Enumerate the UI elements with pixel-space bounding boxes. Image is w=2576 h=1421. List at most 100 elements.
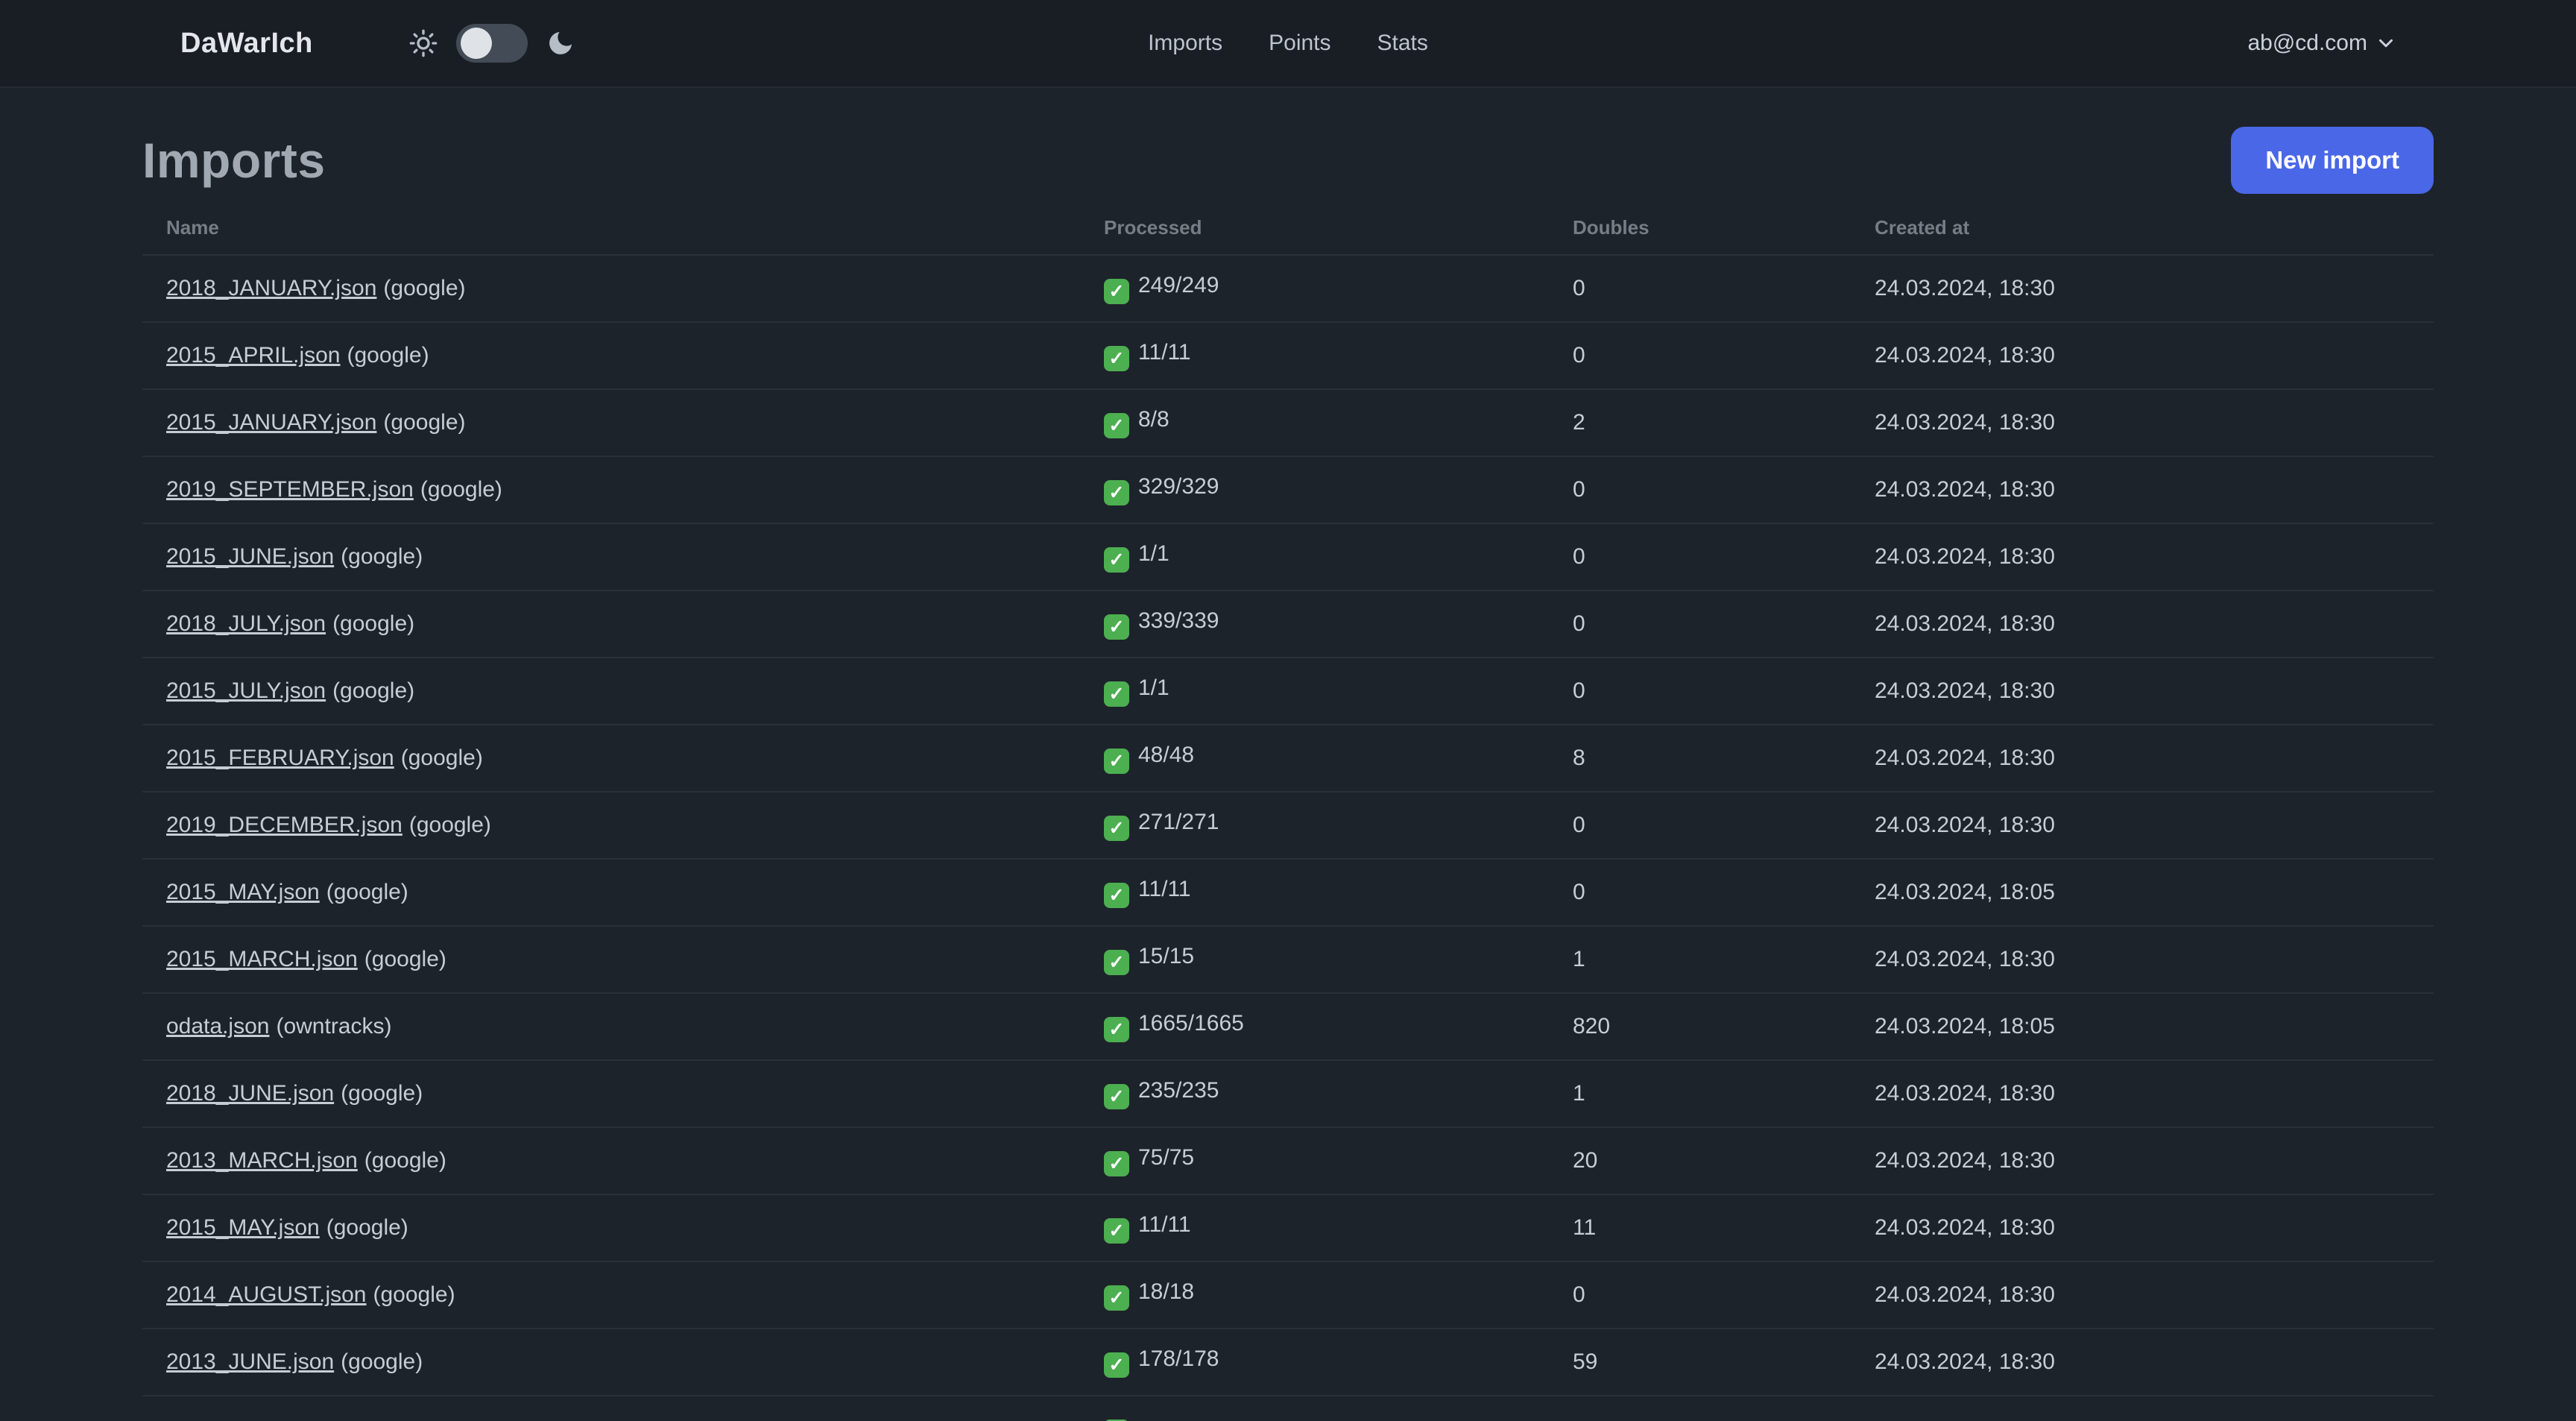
- created-at: 24.03.2024, 18:30: [1875, 544, 2055, 569]
- cell-name: 2015_JULY.json (google): [142, 658, 1080, 725]
- created-at: 24.03.2024, 18:30: [1875, 1081, 2055, 1106]
- column-header-created-at: Created at: [1851, 201, 2434, 256]
- cell-created-at: 24.03.2024, 18:30: [1851, 255, 2434, 323]
- import-file-link[interactable]: 2014_AUGUST.json: [166, 1282, 366, 1307]
- cell-name: [142, 1396, 1080, 1421]
- cell-doubles: 0: [1549, 859, 1851, 927]
- theme-toggle-knob: [460, 28, 492, 59]
- cell-name: 2018_JULY.json (google): [142, 590, 1080, 658]
- import-source: (google): [373, 1282, 455, 1307]
- cell-processed: ✓ 11/11: [1080, 322, 1549, 390]
- check-icon: ✓: [1104, 480, 1129, 506]
- doubles-count: 820: [1573, 1014, 1611, 1039]
- processed-count: 18/18: [1138, 1279, 1195, 1304]
- table-row: 2013_JUNE.json (google) ✓ 178/178 59 24.03…: [142, 1329, 2434, 1396]
- doubles-count: 2: [1573, 410, 1585, 435]
- table-row: 2015_JANUARY.json (google) ✓ 8/8 2 24.03.2…: [142, 389, 2434, 457]
- import-source: (google): [383, 410, 466, 435]
- doubles-count: 1: [1573, 1081, 1585, 1106]
- processed-count: 271/271: [1138, 809, 1219, 834]
- created-at: 24.03.2024, 18:30: [1875, 410, 2055, 435]
- processed-count: 1665/1665: [1138, 1010, 1244, 1036]
- import-file-link[interactable]: 2015_MARCH.json: [166, 947, 358, 971]
- doubles-count: 0: [1573, 1282, 1585, 1307]
- check-icon: ✓: [1104, 816, 1129, 842]
- cell-name: 2018_JANUARY.json (google): [142, 255, 1080, 323]
- import-file-link[interactable]: 2018_JUNE.json: [166, 1081, 334, 1106]
- cell-name: 2019_SEPTEMBER.json (google): [142, 456, 1080, 524]
- import-source: (google): [400, 746, 483, 770]
- nav-link-stats[interactable]: Stats: [1377, 31, 1428, 56]
- import-file-link[interactable]: 2015_JULY.json: [166, 678, 326, 703]
- import-file-link[interactable]: 2015_MAY.json: [166, 1215, 320, 1240]
- cell-created-at: 24.03.2024, 18:30: [1851, 725, 2434, 793]
- cell-name: 2015_MAY.json (google): [142, 859, 1080, 927]
- cell-created-at: [1851, 1396, 2434, 1421]
- imports-table-body: 2018_JANUARY.json (google) ✓ 249/249 0 24.…: [142, 255, 2434, 1421]
- import-file-link[interactable]: 2018_JANUARY.json: [166, 276, 376, 300]
- import-file-link[interactable]: 2018_JULY.json: [166, 611, 326, 636]
- cell-created-at: 24.03.2024, 18:30: [1851, 1127, 2434, 1195]
- check-icon: ✓: [1104, 883, 1129, 909]
- import-file-link[interactable]: 2019_DECEMBER.json: [166, 813, 402, 837]
- import-file-link[interactable]: 2013_JUNE.json: [166, 1349, 334, 1374]
- check-icon: ✓: [1104, 547, 1129, 573]
- new-import-button[interactable]: New import: [2231, 127, 2434, 194]
- user-menu[interactable]: ab@cd.com: [2247, 31, 2397, 56]
- import-file-link[interactable]: 2015_FEBRUARY.json: [166, 746, 394, 770]
- cell-doubles: 0: [1549, 456, 1851, 524]
- doubles-count: 11: [1573, 1215, 1597, 1240]
- cell-processed: ✓ 48/48: [1080, 725, 1549, 793]
- cell-created-at: 24.03.2024, 18:30: [1851, 1261, 2434, 1329]
- cell-processed: ✓ 15/15: [1080, 926, 1549, 994]
- cell-name: 2015_MARCH.json (google): [142, 926, 1080, 994]
- cell-processed: ✓ 18/18: [1080, 1261, 1549, 1329]
- created-at: 24.03.2024, 18:30: [1875, 343, 2055, 368]
- created-at: 24.03.2024, 18:30: [1875, 1215, 2055, 1240]
- nav-link-points[interactable]: Points: [1269, 31, 1330, 56]
- cell-created-at: 24.03.2024, 18:30: [1851, 658, 2434, 725]
- cell-doubles: 0: [1549, 523, 1851, 591]
- import-file-link[interactable]: 2019_SEPTEMBER.json: [166, 477, 414, 502]
- cell-name: 2013_MARCH.json (google): [142, 1127, 1080, 1195]
- chevron-down-icon: [2375, 32, 2397, 54]
- import-source: (google): [341, 1081, 423, 1106]
- column-header-name: Name: [142, 201, 1080, 256]
- created-at: 24.03.2024, 18:30: [1875, 477, 2055, 502]
- import-file-link[interactable]: odata.json: [166, 1014, 269, 1039]
- main-content: Imports New import Name Processed Double…: [0, 127, 2576, 1421]
- theme-toggle[interactable]: [455, 24, 528, 63]
- check-icon: ✓: [1104, 1218, 1129, 1244]
- cell-doubles: 1: [1549, 1060, 1851, 1128]
- theme-switcher: [408, 24, 575, 63]
- created-at: 24.03.2024, 18:05: [1875, 880, 2055, 904]
- import-file-link[interactable]: 2015_JANUARY.json: [166, 410, 376, 435]
- page-header: Imports New import: [142, 127, 2434, 194]
- cell-processed: ✓ 1/1: [1080, 523, 1549, 591]
- cell-doubles: 2: [1549, 389, 1851, 457]
- import-file-link[interactable]: 2015_APRIL.json: [166, 343, 341, 368]
- table-row: 2013_MARCH.json (google) ✓ 75/75 20 24.03.…: [142, 1127, 2434, 1195]
- import-file-link[interactable]: 2015_JUNE.json: [166, 544, 334, 569]
- doubles-count: 0: [1573, 611, 1585, 636]
- imports-table: Name Processed Doubles Created at 2018_J…: [142, 201, 2434, 1421]
- processed-count: 178/178: [1138, 1346, 1219, 1371]
- import-source: (google): [326, 880, 408, 904]
- import-file-link[interactable]: 2013_MARCH.json: [166, 1148, 358, 1173]
- created-at: 24.03.2024, 18:30: [1875, 813, 2055, 837]
- import-file-link[interactable]: 2015_MAY.json: [166, 880, 320, 904]
- table-row: 2018_JUNE.json (google) ✓ 235/235 1 24.03.…: [142, 1060, 2434, 1128]
- processed-count: 48/48: [1138, 742, 1195, 767]
- cell-created-at: 24.03.2024, 18:30: [1851, 523, 2434, 591]
- cell-doubles: 0: [1549, 590, 1851, 658]
- cell-doubles: 0: [1549, 658, 1851, 725]
- cell-name: 2015_JUNE.json (google): [142, 523, 1080, 591]
- check-icon: ✓: [1104, 1017, 1129, 1043]
- nav-link-imports[interactable]: Imports: [1148, 31, 1222, 56]
- app-logo[interactable]: DaWarIch: [180, 28, 313, 60]
- check-icon: ✓: [1104, 749, 1129, 775]
- cell-created-at: 24.03.2024, 18:30: [1851, 590, 2434, 658]
- cell-doubles: 11: [1549, 1194, 1851, 1262]
- created-at: 24.03.2024, 18:30: [1875, 276, 2055, 300]
- cell-doubles: 0: [1549, 322, 1851, 390]
